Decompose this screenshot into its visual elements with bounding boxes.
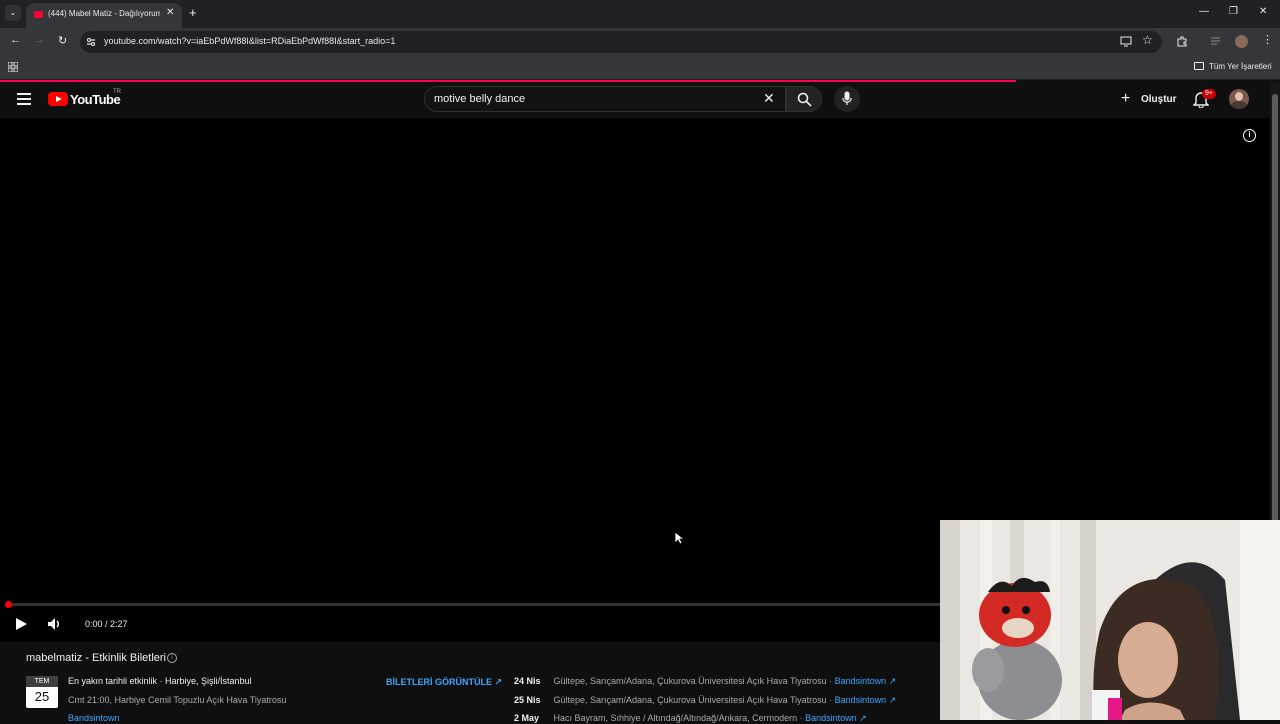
create-button-label: Oluştur <box>1141 94 1177 105</box>
events-section-title: mabelmatiz - Etkinlik Biletleri <box>26 652 166 664</box>
event-list-item[interactable]: 25 Nis Gültepe, Sarıçam/Adana, Çukurova … <box>514 695 896 706</box>
tab-title: (444) Mabel Matiz - Dağılıyorum <box>48 9 160 18</box>
notification-count-badge: 9+ <box>1202 89 1216 99</box>
youtube-favicon-icon <box>34 11 43 18</box>
region-code: TR <box>113 89 121 95</box>
view-tickets-button[interactable]: BİLETLERİ GÖRÜNTÜLE ↗ <box>386 677 502 688</box>
event-source-link[interactable]: · Bandsintown ↗ <box>829 676 896 686</box>
next-event-title: En yakın tarihli etkinlik · Harbiye, Şiş… <box>68 676 252 686</box>
event-venue: Gültepe, Sarıçam/Adana, Çukurova Ünivers… <box>553 676 827 686</box>
progress-scrubber[interactable] <box>5 601 12 608</box>
minimize-window-button[interactable]: — <box>1199 6 1209 17</box>
search-query[interactable]: motive belly dance <box>434 93 525 105</box>
voice-search-button[interactable] <box>834 86 860 112</box>
install-app-icon[interactable] <box>1120 36 1132 47</box>
events-info-icon[interactable]: i <box>167 653 177 663</box>
event-list-item[interactable]: 24 Nis Gültepe, Sarıçam/Adana, Çukurova … <box>514 676 896 687</box>
event-source-link[interactable]: · Bandsintown ↗ <box>829 695 896 705</box>
webcam-overlay <box>940 520 1280 720</box>
close-window-button[interactable]: ✕ <box>1259 6 1267 17</box>
event-date-badge: TEM 25 <box>26 676 58 708</box>
event-date: 2 May <box>514 713 540 723</box>
extensions-icon[interactable] <box>1176 36 1187 47</box>
event-list-item[interactable]: 2 May Hacı Bayram, Sıhhiye / Altındağ/Al… <box>514 713 867 724</box>
event-date: 25 Nis <box>514 695 541 705</box>
event-source-link[interactable]: · Bandsintown ↗ <box>800 713 867 723</box>
restore-window-button[interactable]: ❐ <box>1229 6 1238 17</box>
tab-search-icon[interactable]: ⌄ <box>5 5 21 21</box>
next-event-source-link[interactable]: Bandsintown <box>68 713 120 723</box>
account-avatar[interactable] <box>1229 89 1249 109</box>
folder-icon <box>1194 62 1204 70</box>
guide-menu-icon[interactable] <box>17 93 31 105</box>
bookmarks-bar <box>0 56 1280 80</box>
mouse-cursor-icon <box>674 531 684 545</box>
all-bookmarks-link[interactable]: Tüm Yer İşaretleri <box>1209 62 1272 71</box>
info-icon[interactable]: i <box>1243 129 1256 142</box>
event-day: 25 <box>34 689 50 704</box>
webcam-feed-image <box>940 520 1280 720</box>
media-controls-icon[interactable] <box>1211 37 1223 46</box>
site-info-icon[interactable] <box>86 37 96 47</box>
forward-arrow-icon[interactable]: → <box>34 34 45 46</box>
back-arrow-icon[interactable]: ← <box>10 34 21 46</box>
play-icon[interactable] <box>16 618 27 630</box>
new-tab-button[interactable]: + <box>189 5 197 20</box>
microphone-icon <box>842 91 852 105</box>
browser-tab[interactable]: (444) Mabel Matiz - Dağılıyorum ✕ <box>26 3 182 28</box>
url-text[interactable]: youtube.com/watch?v=iaEbPdWf88I&list=RDi… <box>104 36 395 46</box>
youtube-logo-icon[interactable] <box>48 92 68 106</box>
profile-avatar[interactable] <box>1235 35 1248 48</box>
event-date: 24 Nis <box>514 676 541 686</box>
tab-close-icon[interactable]: ✕ <box>166 7 174 18</box>
search-icon <box>797 92 812 107</box>
plus-icon: + <box>1121 90 1131 107</box>
search-button[interactable] <box>786 86 822 112</box>
clear-search-icon[interactable]: ✕ <box>763 90 775 107</box>
event-venue: Gültepe, Sarıçam/Adana, Çukurova Ünivers… <box>553 695 827 705</box>
next-event-details: Cmt 21:00, Harbiye Cemil Topuzlu Açık Ha… <box>68 695 287 705</box>
bookmark-star-icon[interactable]: ☆ <box>1142 33 1153 47</box>
reload-icon[interactable]: ↻ <box>58 34 67 47</box>
event-venue: Hacı Bayram, Sıhhiye / Altındağ/Altındağ… <box>553 713 798 723</box>
apps-grid-icon[interactable] <box>8 62 18 72</box>
volume-icon[interactable] <box>47 617 63 631</box>
event-month: TEM <box>26 676 58 687</box>
browser-menu-icon[interactable]: ⋮ <box>1262 33 1273 46</box>
time-display: 0:00 / 2:27 <box>85 619 128 629</box>
